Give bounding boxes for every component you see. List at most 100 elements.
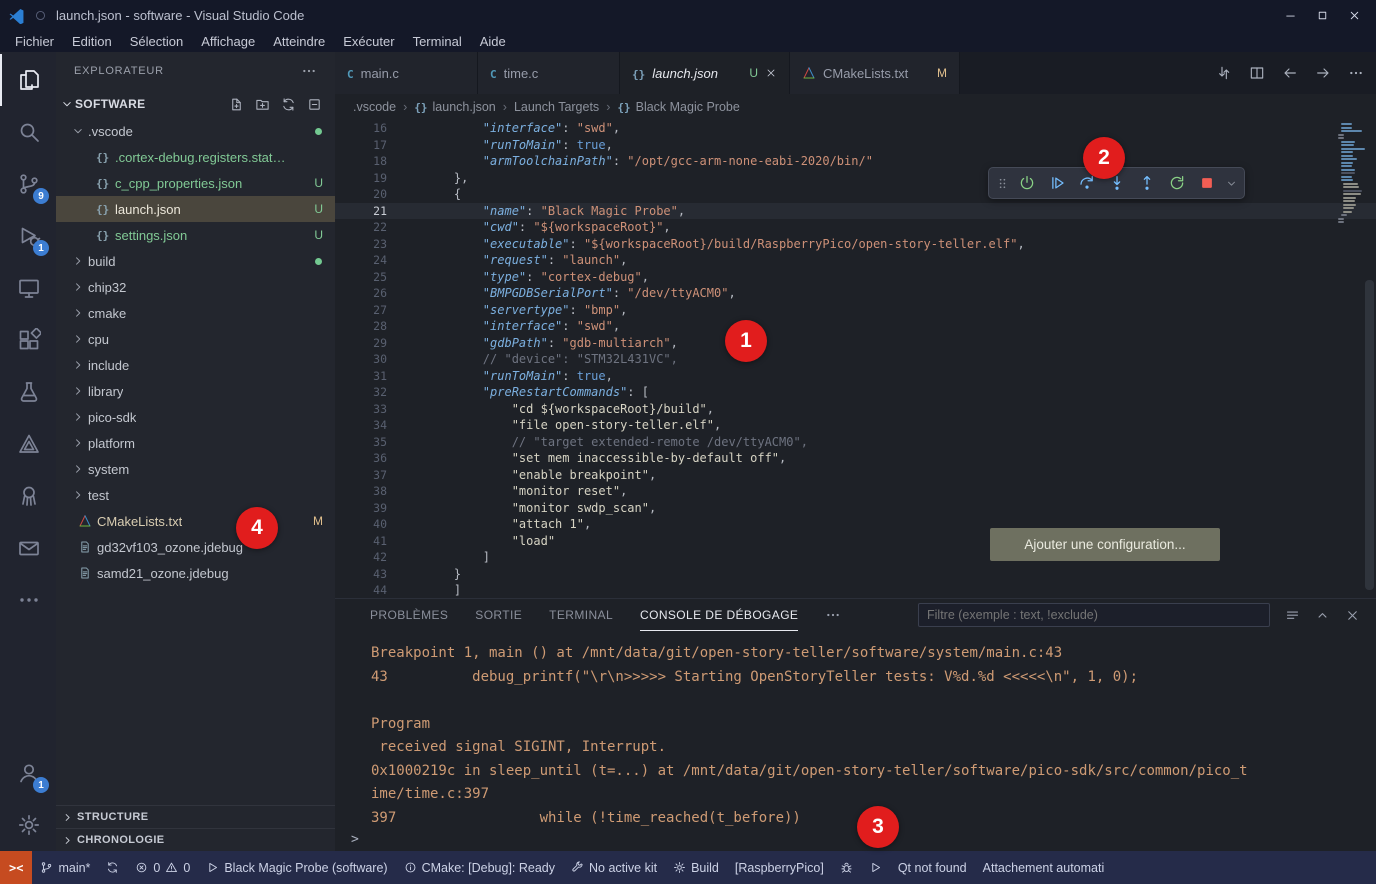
code-line-33[interactable]: 33 "cd ${workspaceRoot}/build", bbox=[335, 401, 1376, 418]
tree-item-launch-json[interactable]: {}launch.jsonU bbox=[56, 196, 335, 222]
code-line-23[interactable]: 23 "executable": "${workspaceRoot}/build… bbox=[335, 236, 1376, 253]
panel-tab-sortie[interactable]: SORTIE bbox=[475, 599, 522, 631]
status-build-target[interactable]: [RaspberryPico] bbox=[727, 851, 832, 884]
menu-terminal[interactable]: Terminal bbox=[404, 30, 471, 52]
line-number[interactable]: 24 bbox=[335, 252, 387, 269]
menu-executer[interactable]: Exécuter bbox=[334, 30, 403, 52]
debug-stop[interactable] bbox=[1193, 170, 1220, 196]
status-run-target[interactable] bbox=[861, 851, 890, 884]
line-number[interactable]: 43 bbox=[335, 566, 387, 583]
activity-debug-extension[interactable] bbox=[0, 470, 56, 522]
line-number[interactable]: 40 bbox=[335, 516, 387, 533]
maximize-icon[interactable] bbox=[1308, 3, 1336, 27]
tree-item-system[interactable]: system bbox=[56, 456, 335, 482]
breadcrumb-launch-targets[interactable]: Launch Targets bbox=[514, 100, 599, 114]
activity-run-debug[interactable]: 1 bbox=[0, 210, 56, 262]
chevron-up-icon[interactable] bbox=[1315, 608, 1330, 623]
status-sync[interactable] bbox=[98, 851, 127, 884]
new-folder-icon[interactable] bbox=[255, 97, 270, 112]
ellipsis-icon[interactable] bbox=[1348, 65, 1364, 81]
debug-continue[interactable] bbox=[1043, 170, 1070, 196]
code-line-44[interactable]: 44 ] bbox=[335, 582, 1376, 598]
status-cmake-status[interactable]: CMake: [Debug]: Ready bbox=[396, 851, 563, 884]
close-icon[interactable] bbox=[765, 67, 777, 79]
line-number[interactable]: 22 bbox=[335, 219, 387, 236]
menu-fichier[interactable]: Fichier bbox=[6, 30, 63, 52]
breadcrumb[interactable]: .vscode›{}launch.json›Launch Targets›{}B… bbox=[335, 94, 1376, 120]
line-number[interactable]: 31 bbox=[335, 368, 387, 385]
line-number[interactable]: 34 bbox=[335, 417, 387, 434]
line-number[interactable]: 35 bbox=[335, 434, 387, 451]
ellipsis-icon[interactable] bbox=[825, 607, 841, 623]
explorer-section-header[interactable]: SOFTWARE bbox=[56, 90, 335, 118]
compare-icon[interactable] bbox=[1216, 65, 1232, 81]
line-number[interactable]: 26 bbox=[335, 285, 387, 302]
line-number[interactable]: 39 bbox=[335, 500, 387, 517]
panel-tab-console-de-debogage[interactable]: CONSOLE DE DÉBOGAGE bbox=[640, 599, 798, 631]
code-line-43[interactable]: 43 } bbox=[335, 566, 1376, 583]
line-number[interactable]: 36 bbox=[335, 450, 387, 467]
line-number[interactable]: 21 bbox=[335, 203, 387, 220]
tree-item-samd21-ozone-jdebug[interactable]: samd21_ozone.jdebug bbox=[56, 560, 335, 586]
code-editor[interactable]: 16 "interface": "swd",17 "runToMain": tr… bbox=[335, 120, 1376, 598]
minimap[interactable] bbox=[1336, 123, 1362, 225]
activity-search[interactable] bbox=[0, 106, 56, 158]
line-number[interactable]: 41 bbox=[335, 533, 387, 550]
status-remote[interactable]: >< bbox=[0, 851, 32, 884]
console-filter-input[interactable] bbox=[918, 603, 1270, 627]
status-problems[interactable]: 00 bbox=[127, 851, 198, 884]
activity-source-control[interactable]: 9 bbox=[0, 158, 56, 210]
tree-item-cortex-debug-registers-stat[interactable]: {}.cortex-debug.registers.stat… bbox=[56, 144, 335, 170]
debug-console-prompt[interactable]: > bbox=[351, 832, 359, 847]
line-number[interactable]: 33 bbox=[335, 401, 387, 418]
code-line-26[interactable]: 26 "BMPGDBSerialPort": "/dev/ttyACM0", bbox=[335, 285, 1376, 302]
tree-item-gd32vf103-ozone-jdebug[interactable]: gd32vf103_ozone.jdebug bbox=[56, 534, 335, 560]
arrow-left-icon[interactable] bbox=[1282, 65, 1298, 81]
tree-item-test[interactable]: test bbox=[56, 482, 335, 508]
line-number[interactable]: 25 bbox=[335, 269, 387, 286]
code-line-36[interactable]: 36 "set mem inaccessible-by-default off"… bbox=[335, 450, 1376, 467]
code-line-28[interactable]: 28 "interface": "swd", bbox=[335, 318, 1376, 335]
line-number[interactable]: 19 bbox=[335, 170, 387, 187]
debug-restart[interactable] bbox=[1163, 170, 1190, 196]
tab-launch-json[interactable]: {}launch.jsonU bbox=[620, 52, 790, 94]
line-number[interactable]: 20 bbox=[335, 186, 387, 203]
tab-time-c[interactable]: Ctime.c bbox=[478, 52, 620, 94]
debug-drag-handle[interactable] bbox=[994, 170, 1010, 196]
line-number[interactable]: 28 bbox=[335, 318, 387, 335]
tree-item-platform[interactable]: platform bbox=[56, 430, 335, 456]
code-line-27[interactable]: 27 "servertype": "bmp", bbox=[335, 302, 1376, 319]
tab-cmakelists-txt[interactable]: CMakeLists.txtM bbox=[790, 52, 960, 94]
scrollbar-slider[interactable] bbox=[1365, 280, 1374, 590]
line-number[interactable]: 30 bbox=[335, 351, 387, 368]
activity-settings[interactable] bbox=[0, 799, 56, 851]
debug-step-out[interactable] bbox=[1133, 170, 1160, 196]
debug-more[interactable] bbox=[1223, 170, 1239, 196]
code-line-39[interactable]: 39 "monitor swdp_scan", bbox=[335, 500, 1376, 517]
code-line-22[interactable]: 22 "cwd": "${workspaceRoot}", bbox=[335, 219, 1376, 236]
tree-item-library[interactable]: library bbox=[56, 378, 335, 404]
add-configuration-button[interactable]: Ajouter une configuration... bbox=[990, 528, 1220, 561]
code-line-29[interactable]: 29 "gdbPath": "gdb-multiarch", bbox=[335, 335, 1376, 352]
line-number[interactable]: 32 bbox=[335, 384, 387, 401]
tab-main-c[interactable]: Cmain.c bbox=[335, 52, 478, 94]
activity-explorer[interactable] bbox=[0, 54, 56, 106]
arrow-right-icon[interactable] bbox=[1315, 65, 1331, 81]
tree-item-cpu[interactable]: cpu bbox=[56, 326, 335, 352]
menu-edition[interactable]: Edition bbox=[63, 30, 121, 52]
split-icon[interactable] bbox=[1249, 65, 1265, 81]
tree-item-cmakelists-txt[interactable]: CMakeLists.txtM bbox=[56, 508, 335, 534]
ellipsis-icon[interactable] bbox=[301, 63, 317, 79]
code-line-25[interactable]: 25 "type": "cortex-debug", bbox=[335, 269, 1376, 286]
minimize-icon[interactable] bbox=[1276, 3, 1304, 27]
line-number[interactable]: 44 bbox=[335, 582, 387, 598]
line-number[interactable]: 42 bbox=[335, 549, 387, 566]
status-branch[interactable]: main* bbox=[32, 851, 98, 884]
menu-affichage[interactable]: Affichage bbox=[192, 30, 264, 52]
activity-testing[interactable] bbox=[0, 366, 56, 418]
tree-item-vscode[interactable]: .vscode bbox=[56, 118, 335, 144]
line-number[interactable]: 23 bbox=[335, 236, 387, 253]
status-launch-config[interactable]: Black Magic Probe (software) bbox=[198, 851, 395, 884]
status-active-kit[interactable]: No active kit bbox=[563, 851, 665, 884]
tree-item-build[interactable]: build bbox=[56, 248, 335, 274]
